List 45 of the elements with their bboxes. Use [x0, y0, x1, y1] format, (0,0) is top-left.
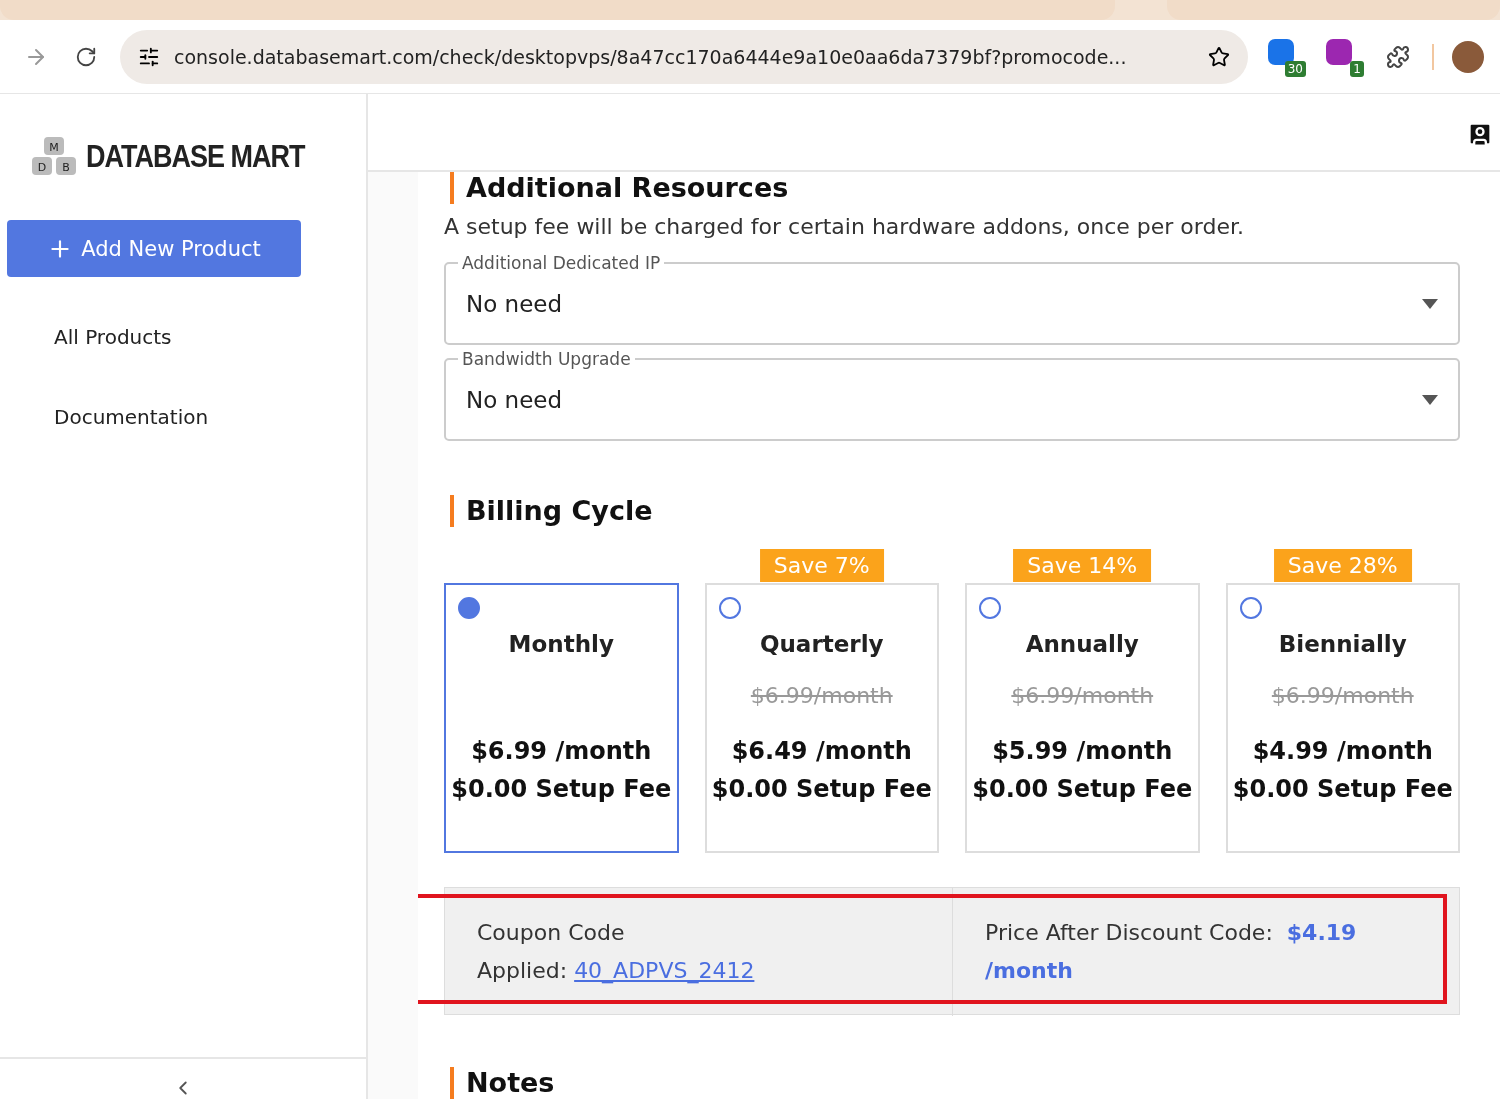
url-text: console.databasemart.com/check/desktopvps/8a47cc170a6444e9a10e0aa6da7379bf?promocode... — [174, 45, 1128, 68]
coupon-code-link[interactable]: 40_ADPVS_2412 — [574, 958, 755, 983]
setup-fee-text: $0.00 Setup Fee — [711, 775, 932, 803]
profile-avatar[interactable] — [1452, 40, 1484, 73]
price-text: $5.99 /month — [992, 737, 1173, 765]
logo-text: DATABASE MART — [86, 139, 305, 175]
old-price: $6.99/month — [1271, 683, 1414, 710]
select-field[interactable]: Bandwidth Upgrade No need — [444, 349, 1460, 441]
setup-fee-text: $0.00 Setup Fee — [451, 775, 672, 803]
billing-cycle-name: Annually — [1025, 631, 1139, 657]
select-field[interactable]: Additional Dedicated IP No need — [444, 253, 1460, 345]
billing-cycle-name: Biennially — [1278, 631, 1407, 657]
price-text: $4.99 /month — [1252, 737, 1433, 765]
old-price: $6.99/month — [1011, 683, 1154, 710]
extension-badge: 1 — [1350, 60, 1364, 77]
radio-button[interactable] — [979, 597, 1001, 619]
sidebar-item[interactable]: Documentation — [54, 405, 366, 429]
extension-badge: 30 — [1284, 60, 1306, 77]
price-text: $6.99 /month — [471, 737, 652, 765]
setup-fee-note: A setup fee will be charged for certain hardware addons, once per order. — [444, 214, 1245, 239]
bookmark-star-icon[interactable] — [1208, 45, 1230, 68]
save-badge: Save 28% — [1273, 549, 1412, 582]
radio-button[interactable] — [458, 597, 480, 619]
sidebar-item[interactable]: All Products — [54, 325, 366, 349]
discount-price-text: Price After Discount Code: $4.19 /month — [952, 888, 1459, 1016]
price-text: $6.49 /month — [731, 737, 912, 765]
add-new-product-button[interactable]: Add New Product — [7, 220, 301, 277]
dropdown-caret-icon — [1422, 395, 1438, 405]
section-heading: Additional Resources — [450, 172, 1460, 204]
billing-option-card[interactable]: Monthly $6.99 /month $0.00 Setup Fee — [444, 583, 679, 853]
dropdown-caret-icon — [1422, 299, 1438, 309]
setup-fee-text: $0.00 Setup Fee — [972, 775, 1193, 803]
site-settings-icon[interactable] — [138, 45, 160, 68]
setup-fee-text: $0.00 Setup Fee — [1232, 775, 1453, 803]
save-badge: Save 7% — [759, 549, 884, 582]
billing-cycle-name: Quarterly — [759, 631, 884, 657]
billing-cycle-name: Monthly — [508, 631, 614, 657]
address-bar[interactable]: console.databasemart.com/check/desktopvps/8a47cc170a6444e9a10e0aa6da7379bf?promocode... — [120, 29, 1248, 84]
old-price: $6.99/month — [750, 683, 893, 710]
radio-button[interactable] — [1239, 597, 1262, 619]
section-heading: Billing Cycle — [450, 495, 1460, 527]
save-badge: Save 14% — [1013, 549, 1152, 582]
coupon-applied-text: Coupon Code Applied: 40_ADPVS_2412 — [476, 919, 756, 986]
section-heading: Notes — [450, 1067, 1460, 1099]
radio-button[interactable] — [718, 597, 741, 619]
